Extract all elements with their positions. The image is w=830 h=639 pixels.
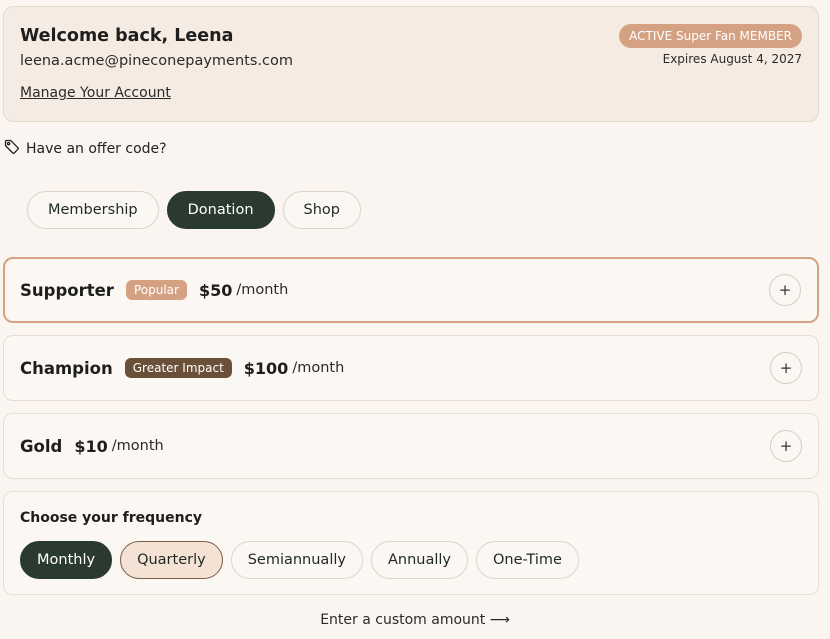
manage-account-link[interactable]: Manage Your Account xyxy=(20,85,171,101)
offer-code-label: Have an offer code? xyxy=(26,141,167,157)
category-tabs: Membership Donation Shop xyxy=(27,191,361,229)
popular-badge: Popular xyxy=(125,280,187,300)
membership-status-badge: ACTIVE Super Fan MEMBER xyxy=(619,24,802,48)
membership-expiry: Expires August 4, 2027 xyxy=(662,52,802,66)
welcome-heading: Welcome back, Leena xyxy=(20,26,234,46)
tier-period: /month xyxy=(111,438,164,454)
frequency-options: Monthly Quarterly Semiannually Annually … xyxy=(20,541,579,579)
offer-code-toggle[interactable]: Have an offer code? xyxy=(4,139,167,159)
frequency-title: Choose your frequency xyxy=(20,510,203,526)
tag-icon xyxy=(4,139,20,159)
tier-supporter[interactable]: Supporter Popular $50 /month + xyxy=(3,257,819,323)
tab-shop[interactable]: Shop xyxy=(282,191,361,229)
tier-gold[interactable]: Gold $10 /month + xyxy=(3,413,819,479)
tier-name: Supporter xyxy=(20,280,114,300)
frequency-quarterly[interactable]: Quarterly xyxy=(120,541,223,579)
tier-name: Champion xyxy=(20,358,113,378)
tier-price: $50 xyxy=(198,280,233,300)
account-email: leena.acme@pineconepayments.com xyxy=(20,53,293,69)
expand-button[interactable]: + xyxy=(769,274,801,306)
tier-name: Gold xyxy=(20,436,63,456)
custom-amount-link[interactable]: Enter a custom amount ⟶ xyxy=(0,612,830,628)
tier-period: /month xyxy=(292,360,345,376)
tier-price: $10 xyxy=(74,436,108,456)
frequency-monthly[interactable]: Monthly xyxy=(20,541,113,579)
tab-membership[interactable]: Membership xyxy=(27,191,159,229)
expand-button[interactable]: + xyxy=(770,352,802,384)
tier-champion[interactable]: Champion Greater Impact $100 /month + xyxy=(3,335,819,401)
tier-price: $100 xyxy=(243,358,289,378)
account-card: Welcome back, Leena leena.acme@pineconep… xyxy=(3,6,819,122)
frequency-annually[interactable]: Annually xyxy=(370,541,468,579)
frequency-one-time[interactable]: One-Time xyxy=(475,541,579,579)
frequency-semiannually[interactable]: Semiannually xyxy=(230,541,363,579)
tier-period: /month xyxy=(236,282,289,298)
greater-impact-badge: Greater Impact xyxy=(124,358,232,378)
frequency-card: Choose your frequency Monthly Quarterly … xyxy=(3,491,819,595)
expand-button[interactable]: + xyxy=(770,430,802,462)
tab-donation[interactable]: Donation xyxy=(166,191,275,229)
